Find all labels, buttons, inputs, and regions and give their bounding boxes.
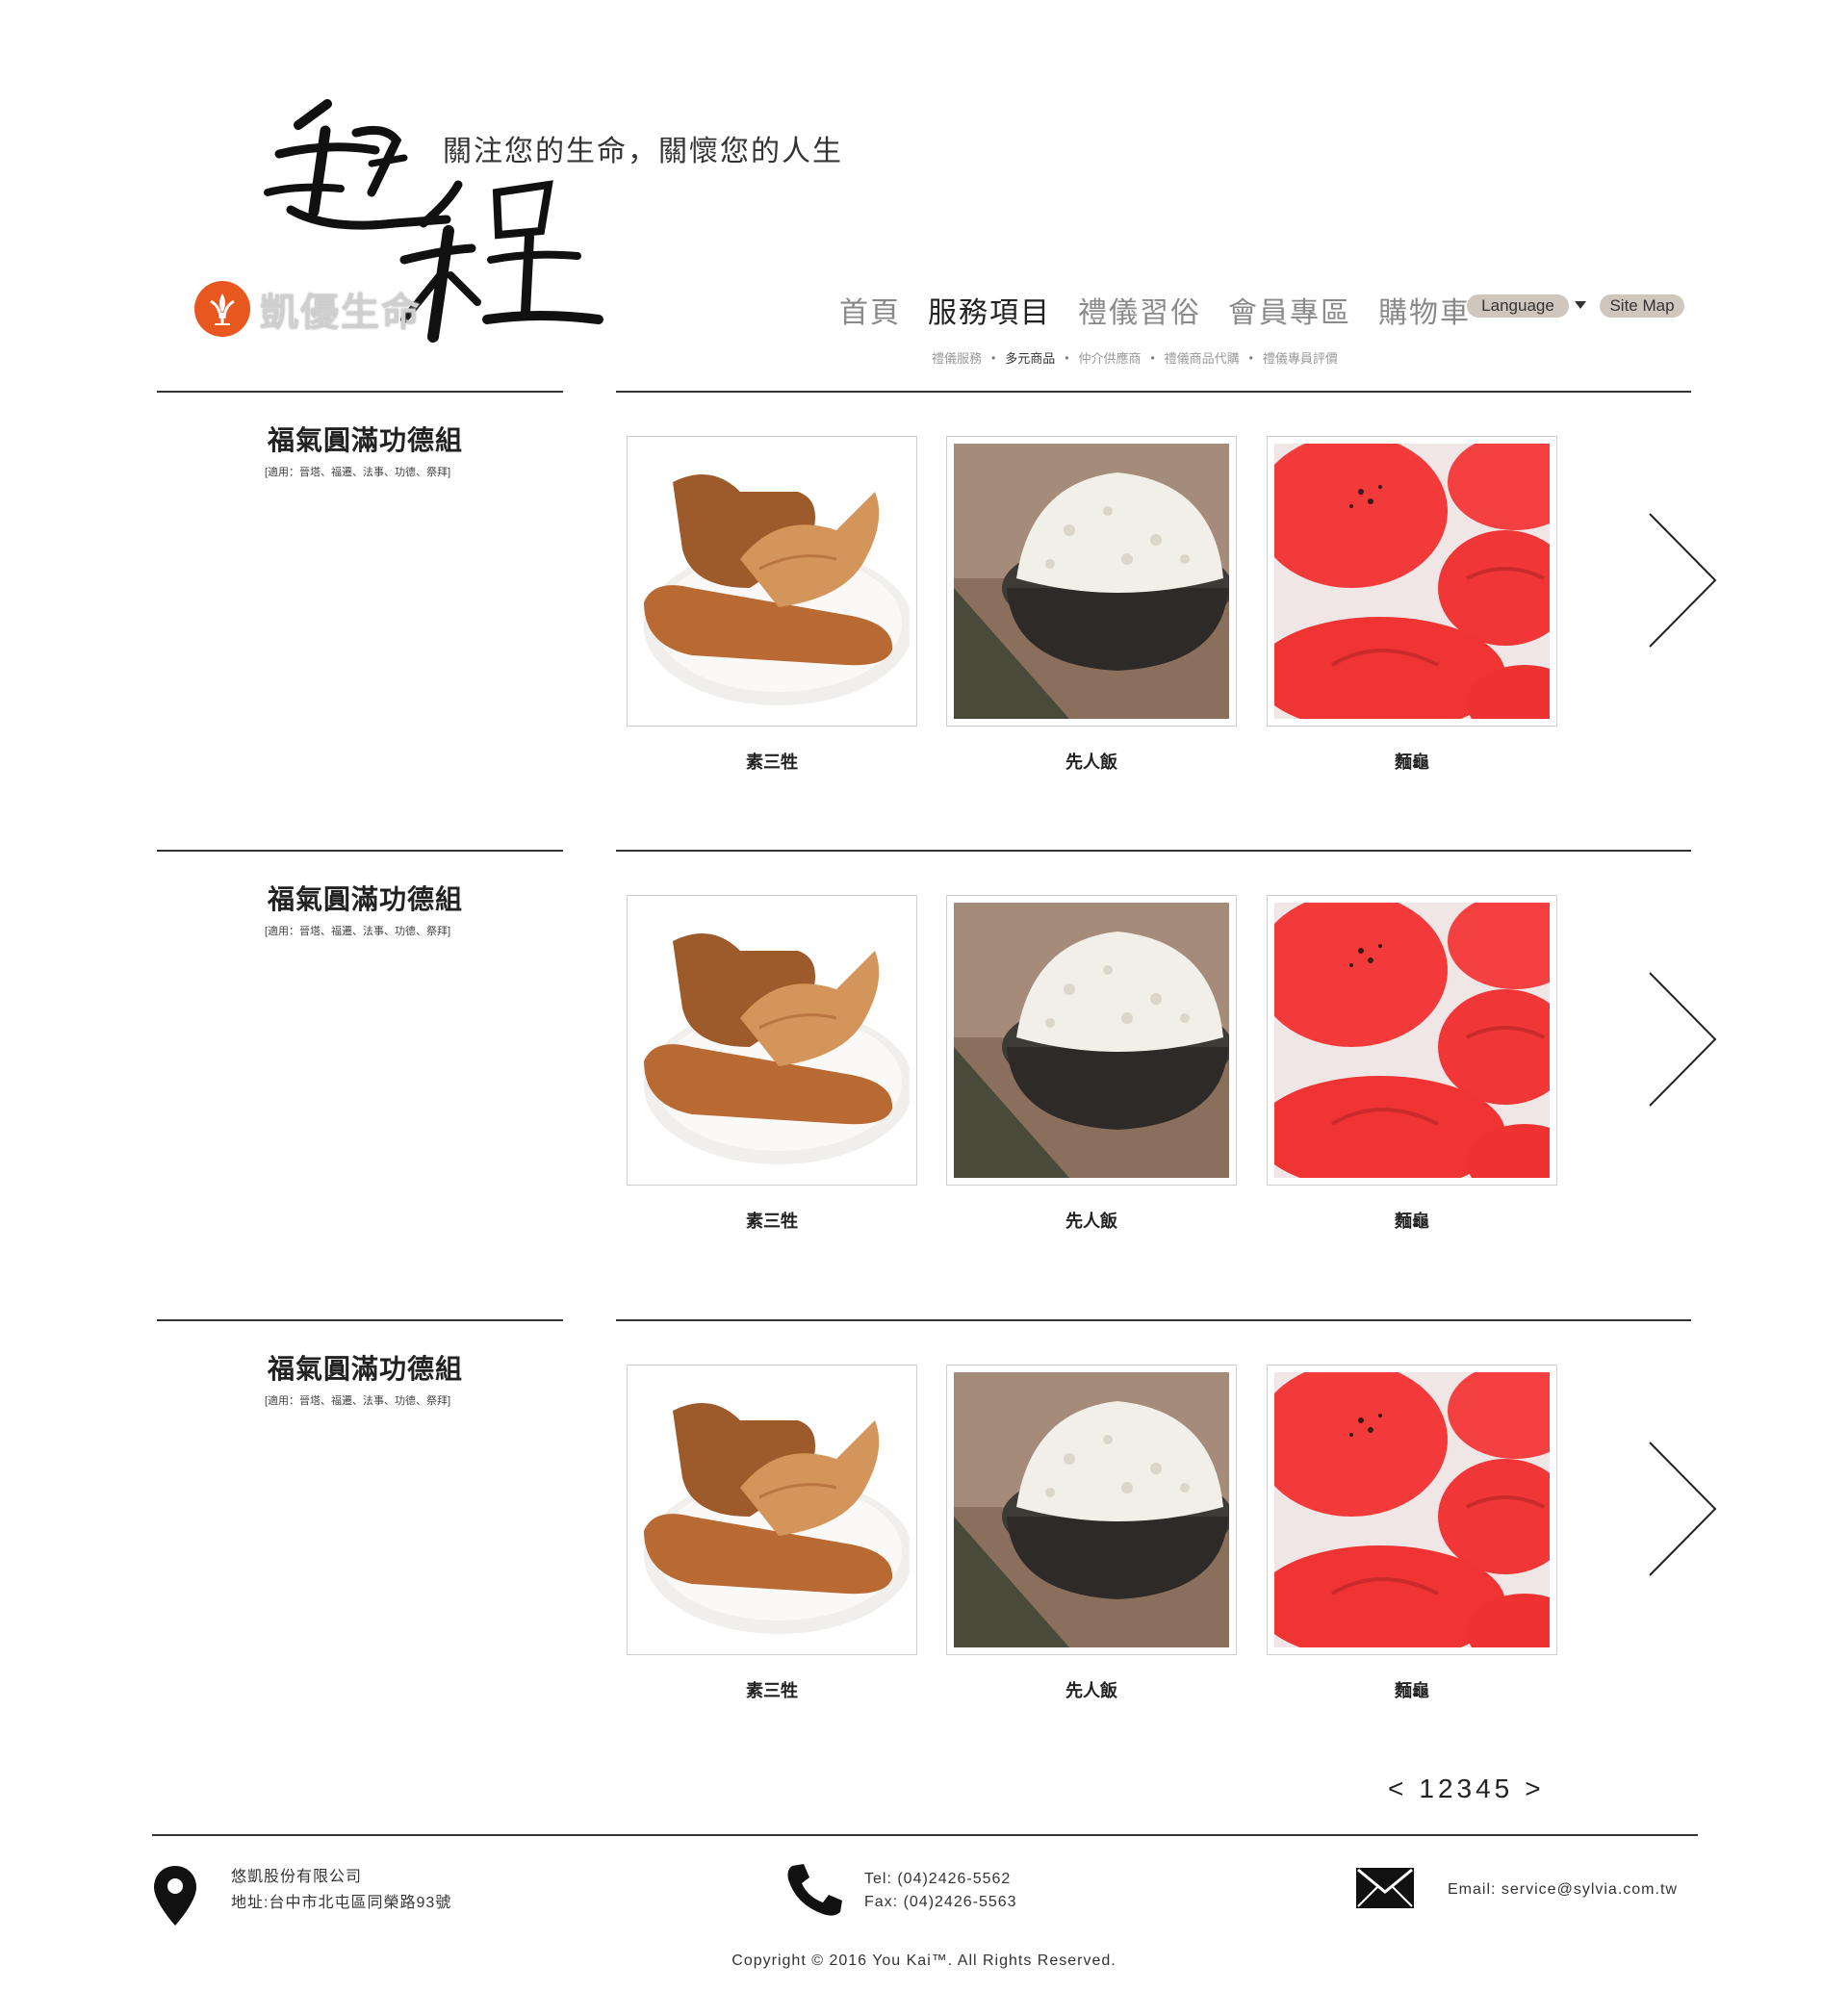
product-label[interactable]: 麵龜 <box>1267 1677 1557 1702</box>
subnav-suppliers[interactable]: 仲介供應商 <box>1078 348 1141 367</box>
subnav-purchasing[interactable]: 禮儀商品代購 <box>1165 348 1240 367</box>
footer-divider <box>152 1834 1698 1836</box>
subnav-reviews[interactable]: 禮儀專員評價 <box>1263 348 1338 367</box>
copyright: Copyright © 2016 You Kai™. All Rights Re… <box>732 1953 1116 1969</box>
nav-customs[interactable]: 禮儀習俗 <box>1078 289 1201 331</box>
section-divider <box>157 850 563 852</box>
footer-tel[interactable]: Tel: (04)2426-5562 <box>864 1866 1011 1892</box>
subnav-separator: • <box>1065 350 1069 365</box>
set-title: 福氣圓滿功德組 <box>268 424 464 456</box>
nav-services[interactable]: 服務項目 <box>928 289 1051 331</box>
footer-fax: Fax: (04)2426-5563 <box>864 1894 1017 1910</box>
product-label[interactable]: 麵龜 <box>1267 1208 1557 1233</box>
red-turtle-buns-photo <box>1274 444 1550 719</box>
product-label[interactable]: 先人飯 <box>946 1208 1237 1233</box>
brand-emblem-icon <box>194 281 250 337</box>
red-turtle-buns-photo <box>1274 1372 1550 1647</box>
product-card-rice-bowl[interactable] <box>946 895 1237 1186</box>
pagination: < 1 2 3 4 5 > <box>1376 1774 1556 1804</box>
next-arrow-icon[interactable] <box>1648 971 1719 1108</box>
set-title: 福氣圓滿功德組 <box>268 883 464 915</box>
subnav-separator: • <box>991 350 996 365</box>
main-nav: 首頁 服務項目 禮儀習俗 會員專區 購物車 <box>839 289 1471 331</box>
footer-company: 悠凱股份有限公司 <box>231 1869 363 1885</box>
next-arrow-icon[interactable] <box>1648 1441 1719 1577</box>
vegetarian-offerings-photo <box>634 444 910 719</box>
section-divider <box>157 1319 563 1321</box>
product-card-red-turtle-buns[interactable] <box>1267 1365 1557 1655</box>
set-note: [適用：晉塔、福遷、法事、功德、祭拜] <box>265 926 451 937</box>
page-link[interactable]: 1 <box>1419 1774 1438 1804</box>
page-link[interactable]: 4 <box>1476 1774 1495 1804</box>
phone-icon <box>787 1864 842 1916</box>
sitemap-button[interactable]: Site Map <box>1600 294 1684 318</box>
rice-bowl-photo <box>954 903 1229 1178</box>
site-slogan: 關注您的生命，關懷您的人生 <box>443 135 843 168</box>
subnav-separator: • <box>1150 350 1155 365</box>
product-card-vegetarian-offerings[interactable] <box>627 436 917 727</box>
product-label[interactable]: 素三牲 <box>627 1208 917 1233</box>
section-divider <box>616 1319 1691 1321</box>
product-card-red-turtle-buns[interactable] <box>1267 436 1557 727</box>
next-page-button[interactable]: > <box>1525 1774 1544 1804</box>
product-card-vegetarian-offerings[interactable] <box>627 1365 917 1655</box>
product-card-rice-bowl[interactable] <box>946 436 1237 727</box>
page-link[interactable]: 3 <box>1457 1774 1476 1804</box>
section-divider <box>157 391 563 393</box>
next-arrow-icon[interactable] <box>1648 512 1719 649</box>
set-note: [適用：晉塔、福遷、法事、功德、祭拜] <box>265 467 451 478</box>
nav-home[interactable]: 首頁 <box>839 289 901 331</box>
footer-email[interactable]: Email: service@sylvia.com.tw <box>1448 1876 1678 1902</box>
product-label[interactable]: 素三牲 <box>627 1677 917 1702</box>
brand-logo[interactable]: 凱優生命 <box>194 279 422 339</box>
product-card-red-turtle-buns[interactable] <box>1267 895 1557 1186</box>
subnav-separator: • <box>1248 350 1253 365</box>
prev-page-button[interactable]: < <box>1388 1774 1407 1804</box>
email-icon <box>1356 1868 1414 1908</box>
page-link[interactable]: 2 <box>1438 1774 1457 1804</box>
set-title: 福氣圓滿功德組 <box>268 1353 464 1385</box>
rice-bowl-photo <box>954 1372 1229 1647</box>
caret-down-icon[interactable] <box>1575 301 1586 309</box>
nav-cart[interactable]: 購物車 <box>1378 289 1471 331</box>
map-pin-icon <box>154 1866 196 1926</box>
product-card-rice-bowl[interactable] <box>946 1365 1237 1655</box>
language-button[interactable]: Language <box>1467 294 1569 318</box>
vegetarian-offerings-photo <box>634 1372 910 1647</box>
subnav-funeral-service[interactable]: 禮儀服務 <box>932 348 982 367</box>
set-note: [適用：晉塔、福遷、法事、功德、祭拜] <box>265 1395 451 1407</box>
product-label[interactable]: 先人飯 <box>946 749 1237 774</box>
subnav-products[interactable]: 多元商品 <box>1005 348 1055 367</box>
brand-name: 凱優生命 <box>260 291 422 335</box>
red-turtle-buns-photo <box>1274 903 1550 1178</box>
section-divider <box>616 391 1691 393</box>
product-label[interactable]: 素三牲 <box>627 749 917 774</box>
section-divider <box>616 850 1691 852</box>
product-label[interactable]: 麵龜 <box>1267 749 1557 774</box>
product-card-vegetarian-offerings[interactable] <box>627 895 917 1186</box>
rice-bowl-photo <box>954 444 1229 719</box>
product-label[interactable]: 先人飯 <box>946 1677 1237 1702</box>
sub-nav: 禮儀服務 • 多元商品 • 仲介供應商 • 禮儀商品代購 • 禮儀專員評價 <box>932 348 1338 367</box>
page-link[interactable]: 5 <box>1495 1774 1514 1804</box>
nav-members[interactable]: 會員專區 <box>1228 289 1351 331</box>
vegetarian-offerings-photo <box>634 903 910 1178</box>
footer-address: 地址:台中市北屯區同榮路93號 <box>231 1895 452 1911</box>
